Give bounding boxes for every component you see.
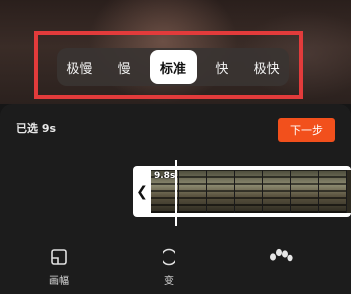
clip-duration: 9.8s (154, 171, 176, 181)
selection-info: 已选 9s (16, 122, 57, 135)
paw-icon (270, 248, 293, 262)
next-step-button[interactable]: 下一步 (278, 118, 335, 142)
tool-filter[interactable] (268, 248, 294, 270)
clip-thumbnails[interactable] (151, 170, 351, 213)
highlight-box (34, 31, 303, 99)
playhead[interactable] (175, 160, 177, 226)
tool-aspect-ratio[interactable]: 画幅 (44, 248, 74, 287)
tool-transform[interactable]: 变 (163, 248, 175, 294)
circle-icon (163, 248, 175, 266)
chevron-left-icon[interactable]: ❮ (133, 166, 151, 217)
tool-label: 变 (164, 276, 174, 287)
aspect-ratio-icon (51, 249, 67, 265)
tool-label: 画幅 (49, 276, 69, 287)
